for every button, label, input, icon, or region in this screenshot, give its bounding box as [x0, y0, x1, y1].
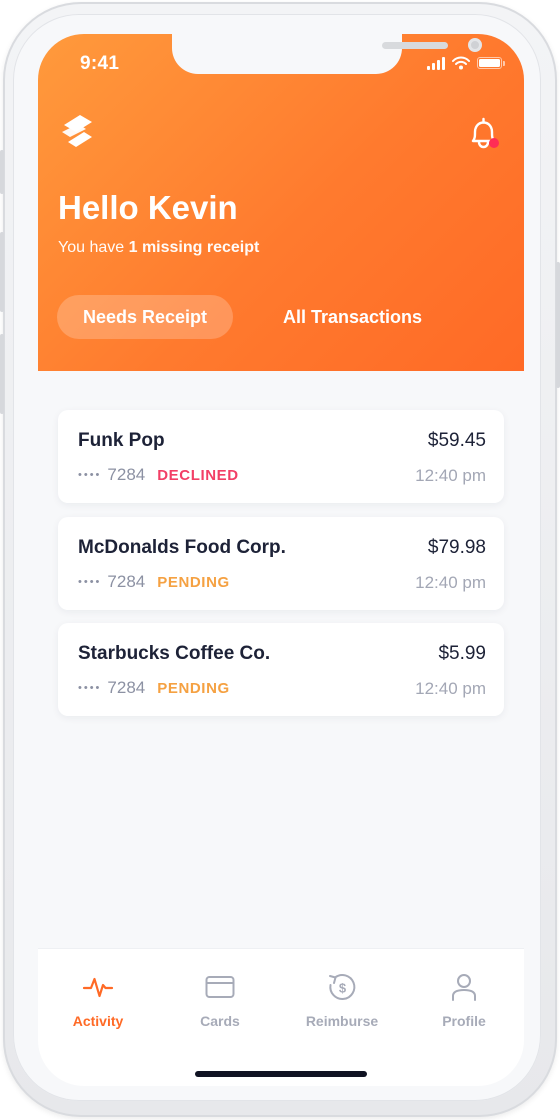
- transaction-card[interactable]: McDonalds Food Corp. $79.98 •••• 7284 PE…: [58, 517, 504, 610]
- card-meta: •••• 7284 DECLINED: [78, 465, 239, 485]
- nav-profile[interactable]: Profile: [404, 971, 524, 1029]
- card-last4: 7284: [107, 465, 146, 484]
- transaction-time: 12:40 pm: [415, 679, 486, 698]
- nav-label: Reimburse: [305, 1013, 379, 1029]
- device-notch: [172, 34, 482, 74]
- front-camera: [468, 38, 482, 52]
- header: 9:41 Hello Kevin You have 1 missing rece…: [38, 34, 524, 371]
- card-meta: •••• 7284 PENDING: [78, 572, 230, 592]
- status-badge: PENDING: [157, 679, 230, 697]
- card-mask-dots: ••••: [78, 576, 102, 588]
- cellular-signal-icon: [427, 56, 445, 70]
- transaction-time: 12:40 pm: [415, 573, 486, 592]
- status-time: 9:41: [80, 53, 120, 74]
- card-last4: 7284: [107, 678, 146, 697]
- app-logo-icon: [62, 115, 92, 147]
- card-mask-dots: ••••: [78, 682, 102, 694]
- merchant-name: Funk Pop: [78, 430, 165, 451]
- profile-icon: [452, 974, 476, 1001]
- nav-reimburse[interactable]: $ Reimburse: [282, 971, 402, 1029]
- status-badge: DECLINED: [157, 466, 239, 484]
- transaction-card[interactable]: Starbucks Coffee Co. $5.99 •••• 7284 PEN…: [58, 623, 504, 716]
- nav-label: Profile: [442, 1013, 486, 1029]
- svg-text:$: $: [339, 981, 347, 996]
- speaker-grille: [382, 42, 448, 49]
- nav-activity[interactable]: Activity: [38, 971, 158, 1029]
- tab-needs-receipt[interactable]: Needs Receipt: [57, 295, 234, 339]
- greeting-title: Hello Kevin: [58, 189, 238, 226]
- volume-down-button: [0, 334, 4, 414]
- bottom-nav: Activity Cards $ Reimburse Profile: [38, 948, 524, 1086]
- card-mask-dots: ••••: [78, 469, 102, 481]
- nav-cards[interactable]: Cards: [160, 971, 280, 1029]
- battery-icon: [477, 57, 505, 69]
- merchant-name: Starbucks Coffee Co.: [78, 643, 271, 664]
- home-indicator[interactable]: [195, 1071, 367, 1077]
- volume-up-button: [0, 232, 4, 312]
- transaction-amount: $79.98: [427, 537, 486, 558]
- notification-bell-icon[interactable]: [467, 116, 501, 152]
- transaction-time: 12:40 pm: [415, 466, 486, 485]
- activity-icon: [82, 977, 114, 998]
- power-button: [556, 262, 560, 388]
- mute-switch: [0, 150, 4, 194]
- merchant-name: McDonalds Food Corp.: [78, 537, 286, 558]
- notification-dot: [489, 138, 499, 148]
- status-icons: [427, 56, 505, 70]
- transaction-card[interactable]: Funk Pop $59.45 •••• 7284 DECLINED 12:40…: [58, 410, 504, 503]
- tab-all-transactions[interactable]: All Transactions: [257, 295, 448, 339]
- reimburse-icon: $: [329, 974, 356, 1000]
- wifi-icon: [452, 56, 470, 70]
- missing-receipt-subtitle: You have 1 missing receipt: [58, 239, 260, 256]
- card-last4: 7284: [107, 572, 146, 591]
- card-meta: •••• 7284 PENDING: [78, 678, 230, 698]
- card-icon: [205, 976, 235, 998]
- transaction-amount: $59.45: [427, 430, 486, 451]
- nav-label: Activity: [72, 1013, 124, 1029]
- app-screen: 9:41 Hello Kevin You have 1 missing rece…: [38, 34, 524, 1086]
- status-badge: PENDING: [157, 573, 230, 591]
- nav-label: Cards: [200, 1013, 240, 1029]
- transaction-amount: $5.99: [438, 643, 486, 664]
